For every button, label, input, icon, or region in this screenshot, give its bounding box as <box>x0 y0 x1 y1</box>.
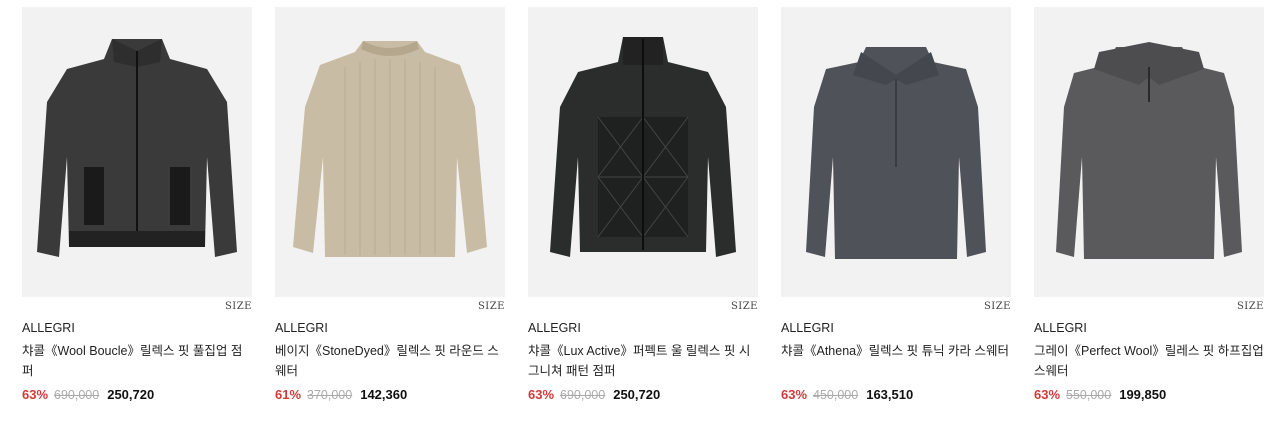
sale-price: 163,510 <box>866 387 914 402</box>
size-label[interactable]: SIZE <box>984 301 1011 312</box>
product-card[interactable]: SIZE ALLEGRI 챠콜《Athena》릴렉스 핏 튜닉 카라 스웨터 6… <box>781 7 1011 402</box>
collar-sweater-image <box>806 47 986 259</box>
product-grid: SIZE ALLEGRI 챠콜《Wool Boucle》릴렉스 핏 풀집업 점퍼… <box>22 7 1264 402</box>
price-row: 63% 690,000 250,720 <box>22 387 154 402</box>
product-name[interactable]: 베이지《StoneDyed》릴렉스 핏 라운드 스웨터 <box>275 341 505 381</box>
quilted-jacket-image <box>550 37 736 257</box>
sale-price: 250,720 <box>107 387 155 402</box>
discount-rate: 61% <box>275 387 302 402</box>
sale-price: 250,720 <box>613 387 661 402</box>
half-zip-sweater-image <box>1056 42 1242 259</box>
size-label[interactable]: SIZE <box>225 301 252 312</box>
price-row: 61% 370,000 142,360 <box>275 387 407 402</box>
sale-price: 142,360 <box>360 387 408 402</box>
product-card[interactable]: SIZE ALLEGRI 베이지《StoneDyed》릴렉스 핏 라운드 스웨터… <box>275 7 505 402</box>
product-card[interactable]: SIZE ALLEGRI 챠콜《Lux Active》퍼펙트 울 릴렉스 핏 시… <box>528 7 758 402</box>
product-image[interactable] <box>22 7 252 297</box>
product-image[interactable] <box>781 7 1011 297</box>
brand-name: ALLEGRI <box>1034 321 1087 335</box>
sale-price: 199,850 <box>1119 387 1167 402</box>
original-price: 450,000 <box>813 388 859 402</box>
price-row: 63% 550,000 199,850 <box>1034 387 1166 402</box>
brand-name: ALLEGRI <box>781 321 834 335</box>
original-price: 690,000 <box>560 388 606 402</box>
crewneck-sweater-image <box>293 41 487 257</box>
discount-rate: 63% <box>1034 387 1061 402</box>
discount-rate: 63% <box>781 387 808 402</box>
product-image[interactable] <box>528 7 758 297</box>
price-row: 63% 690,000 250,720 <box>528 387 660 402</box>
zip-jacket-image <box>37 39 237 257</box>
price-row: 63% 450,000 163,510 <box>781 387 913 402</box>
original-price: 370,000 <box>307 388 353 402</box>
product-image[interactable] <box>275 7 505 297</box>
product-card[interactable]: SIZE ALLEGRI 그레이《Perfect Wool》릴레스 핏 하프집업… <box>1034 7 1264 402</box>
product-card[interactable]: SIZE ALLEGRI 챠콜《Wool Boucle》릴렉스 핏 풀집업 점퍼… <box>22 7 252 402</box>
product-name[interactable]: 그레이《Perfect Wool》릴레스 핏 하프집업 스웨터 <box>1034 341 1264 381</box>
product-image[interactable] <box>1034 7 1264 297</box>
size-label[interactable]: SIZE <box>478 301 505 312</box>
product-name[interactable]: 챠콜《Lux Active》퍼펙트 울 릴렉스 핏 시그니쳐 패턴 점퍼 <box>528 341 758 381</box>
product-name[interactable]: 챠콜《Wool Boucle》릴렉스 핏 풀집업 점퍼 <box>22 341 252 381</box>
discount-rate: 63% <box>22 387 49 402</box>
discount-rate: 63% <box>528 387 555 402</box>
original-price: 690,000 <box>54 388 100 402</box>
brand-name: ALLEGRI <box>528 321 581 335</box>
product-name[interactable]: 챠콜《Athena》릴렉스 핏 튜닉 카라 스웨터 <box>781 341 1011 361</box>
size-label[interactable]: SIZE <box>1237 301 1264 312</box>
original-price: 550,000 <box>1066 388 1112 402</box>
size-label[interactable]: SIZE <box>731 301 758 312</box>
brand-name: ALLEGRI <box>22 321 75 335</box>
brand-name: ALLEGRI <box>275 321 328 335</box>
